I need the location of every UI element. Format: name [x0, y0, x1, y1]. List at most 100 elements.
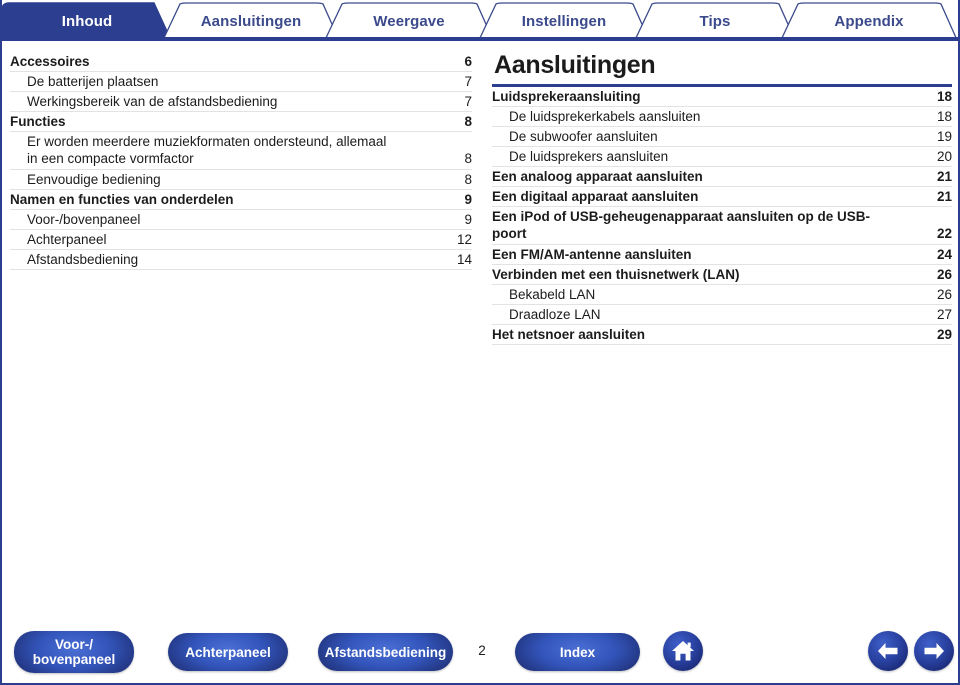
next-page-button[interactable] [914, 631, 954, 671]
tab-bar-underline [2, 37, 958, 41]
toc-entry-title: De subwoofer aansluiten [509, 129, 658, 144]
tab-tips[interactable]: Tips [634, 2, 796, 40]
toc-row[interactable]: Werkingsbereik van de afstandsbediening … [10, 92, 472, 112]
toc-entry-title: Draadloze LAN [509, 307, 601, 322]
toc-row[interactable]: Voor-/bovenpaneel 9 [10, 210, 472, 230]
toc-row[interactable]: De luidsprekerkabels aansluiten 18 [492, 107, 952, 127]
toc-entry-page: 21 [936, 169, 952, 184]
toc-row[interactable]: De luidsprekers aansluiten 20 [492, 147, 952, 167]
toc-list-left: Accessoires 6 De batterijen plaatsen 7 W… [10, 52, 472, 270]
toc-entry-page: 14 [456, 252, 472, 267]
toc-entry-title: Namen en functies van onderdelen [10, 192, 234, 207]
toc-entry-title: Een FM/AM-antenne aansluiten [492, 247, 692, 262]
arrow-right-icon [924, 643, 944, 659]
toc-row[interactable]: Een digitaal apparaat aansluiten 21 [492, 187, 952, 207]
toc-entry-page: 6 [464, 54, 472, 69]
toc-entry-page: 7 [464, 74, 472, 89]
toc-row[interactable]: Afstandsbediening 14 [10, 250, 472, 270]
page-number: 2 [478, 643, 486, 658]
toc-entry-page: 12 [456, 232, 472, 247]
tab-label: Appendix [834, 12, 904, 30]
toc-row[interactable]: De subwoofer aansluiten 19 [492, 127, 952, 147]
toc-entry-page: 7 [464, 94, 472, 109]
footer-toolbar: Voor-/ bovenpaneel Achterpaneel Afstands… [2, 621, 958, 683]
home-button[interactable] [663, 631, 703, 671]
tab-aansluitingen[interactable]: Aansluitingen [162, 2, 340, 40]
toc-entry-page: 21 [936, 189, 952, 204]
toc-right-column: Aansluitingen Luidsprekeraansluiting 18 … [492, 52, 952, 345]
footer-button-voor-bovenpaneel[interactable]: Voor-/ bovenpaneel [14, 631, 134, 673]
toc-row[interactable]: Er worden meerdere muziekformaten onders… [10, 132, 472, 170]
toc-entry-title: Accessoires [10, 54, 90, 69]
toc-entry-page: 26 [936, 287, 952, 302]
toc-row[interactable]: Draadloze LAN 27 [492, 305, 952, 325]
toc-entry-page: 18 [936, 109, 952, 124]
previous-page-button[interactable] [868, 631, 908, 671]
footer-button-index[interactable]: Index [515, 633, 640, 671]
toc-entry-title: De luidsprekerkabels aansluiten [509, 109, 701, 124]
toc-row[interactable]: Achterpaneel 12 [10, 230, 472, 250]
footer-button-label: Voor-/ bovenpaneel [32, 637, 116, 667]
toc-entry-page: 18 [936, 89, 952, 104]
section-title: Aansluitingen [494, 51, 656, 79]
toc-entry-page: 24 [936, 247, 952, 262]
tab-inhoud[interactable]: Inhoud [2, 2, 172, 40]
toc-entry-page: 9 [464, 212, 472, 227]
toc-row[interactable]: Accessoires 6 [10, 52, 472, 72]
toc-entry-title: Verbinden met een thuisnetwerk (LAN) [492, 267, 740, 282]
toc-row[interactable]: Een analoog apparaat aansluiten 21 [492, 167, 952, 187]
toc-entry-page: 19 [936, 129, 952, 144]
toc-entry-title: Het netsnoer aansluiten [492, 327, 646, 342]
toc-entry-page: 26 [936, 267, 952, 282]
toc-entry-title: Voor-/bovenpaneel [27, 212, 141, 227]
toc-entry-title: Er worden meerdere muziekformaten onders… [27, 134, 387, 166]
tab-weergave[interactable]: Weergave [324, 2, 494, 40]
toc-entry-page: 22 [936, 226, 952, 241]
toc-entry-title: Een iPod of USB-geheugenapparaat aanslui… [492, 209, 871, 241]
toc-entry-title: Afstandsbediening [27, 252, 139, 267]
toc-entry-title: Functies [10, 114, 66, 129]
toc-entry-page: 9 [464, 192, 472, 207]
toc-entry-title: Eenvoudige bediening [27, 172, 161, 187]
toc-row[interactable]: Namen en functies van onderdelen 9 [10, 190, 472, 210]
toc-row[interactable]: Luidsprekeraansluiting 18 [492, 87, 952, 107]
footer-button-afstandsbediening[interactable]: Afstandsbediening [318, 633, 453, 671]
tab-label: Instellingen [521, 12, 607, 30]
toc-entry-page: 27 [936, 307, 952, 322]
toc-row[interactable]: Een iPod of USB-geheugenapparaat aanslui… [492, 207, 952, 245]
home-icon [672, 641, 694, 661]
arrow-left-icon [878, 643, 898, 659]
toc-entry-title: Achterpaneel [27, 232, 107, 247]
toc-row[interactable]: De batterijen plaatsen 7 [10, 72, 472, 92]
tab-label: Inhoud [61, 12, 113, 30]
toc-row[interactable]: Verbinden met een thuisnetwerk (LAN) 26 [492, 265, 952, 285]
tab-label: Tips [699, 12, 731, 30]
toc-row[interactable]: Het netsnoer aansluiten 29 [492, 325, 952, 345]
document-page: Inhoud Aansluitingen Weergave Instelling… [0, 0, 960, 685]
toc-row[interactable]: Eenvoudige bediening 8 [10, 170, 472, 190]
toc-row[interactable]: Een FM/AM-antenne aansluiten 24 [492, 245, 952, 265]
toc-entry-title: De batterijen plaatsen [27, 74, 159, 89]
tab-instellingen[interactable]: Instellingen [478, 2, 650, 40]
toc-row[interactable]: Bekabeld LAN 26 [492, 285, 952, 305]
toc-entry-title: Een analoog apparaat aansluiten [492, 169, 703, 184]
tab-label: Weergave [373, 12, 445, 30]
toc-entry-page: 8 [464, 114, 472, 129]
footer-button-label: Achterpaneel [185, 644, 271, 660]
tab-appendix[interactable]: Appendix [780, 2, 958, 40]
toc-entry-page: 8 [464, 172, 472, 187]
footer-button-achterpaneel[interactable]: Achterpaneel [168, 633, 288, 671]
footer-button-label: Index [559, 644, 596, 660]
toc-entry-page: 20 [936, 149, 952, 164]
toc-list-right: Luidsprekeraansluiting 18 De luidspreker… [492, 87, 952, 345]
tab-bar: Inhoud Aansluitingen Weergave Instelling… [2, 0, 958, 42]
toc-entry-title: De luidsprekers aansluiten [509, 149, 669, 164]
footer-button-label: Afstandsbediening [324, 644, 447, 660]
tab-label: Aansluitingen [200, 12, 302, 30]
toc-row[interactable]: Functies 8 [10, 112, 472, 132]
toc-entry-page: 29 [936, 327, 952, 342]
toc-entry-title: Luidsprekeraansluiting [492, 89, 641, 104]
toc-entry-title: Werkingsbereik van de afstandsbediening [27, 94, 278, 109]
toc-entry-title: Een digitaal apparaat aansluiten [492, 189, 699, 204]
toc-entry-title: Bekabeld LAN [509, 287, 596, 302]
